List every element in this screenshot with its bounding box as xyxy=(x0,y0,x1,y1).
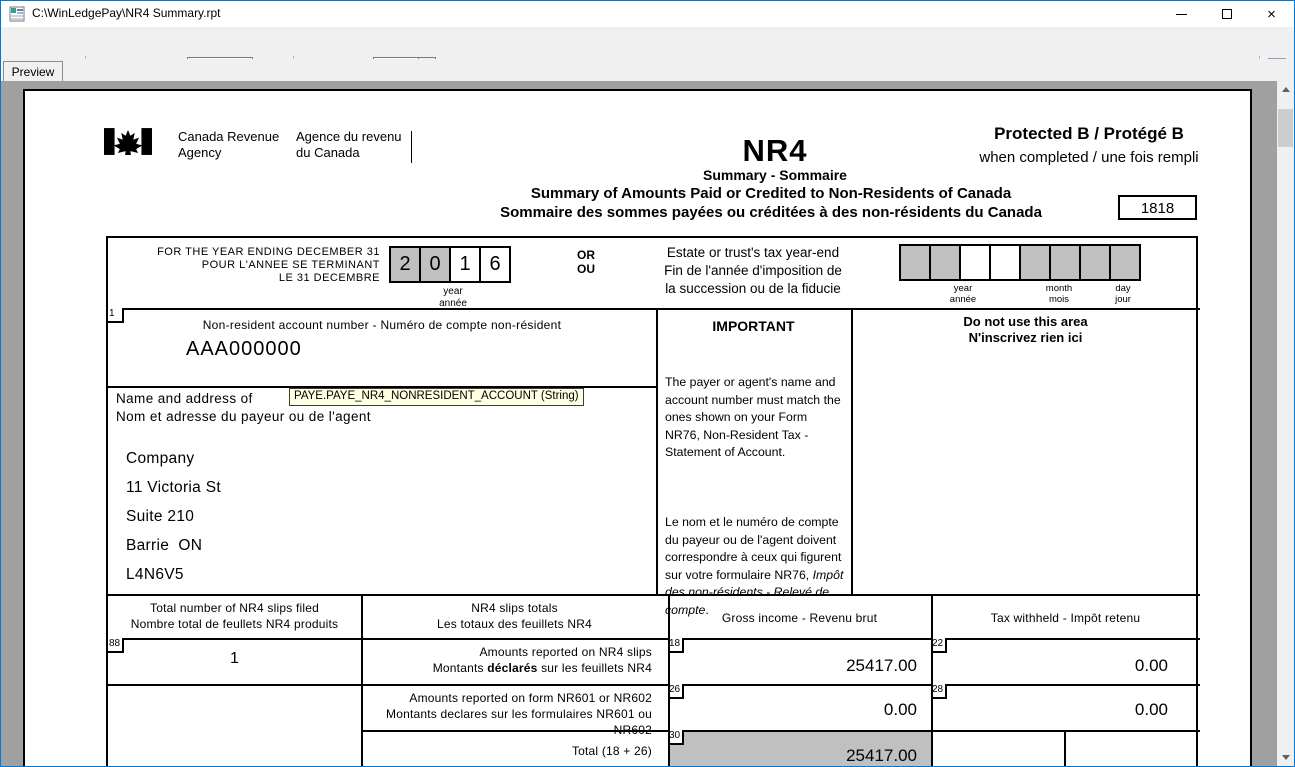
year-caption: year année xyxy=(389,286,517,310)
app-window: C:\WinLedgePay\NR4 Summary.rpt × xyxy=(0,0,1295,767)
form-body: FOR THE YEAR ENDING DECEMBER 31 POUR L'A… xyxy=(106,236,1198,766)
year-digit: 6 xyxy=(479,246,511,283)
maximize-icon xyxy=(1222,9,1232,19)
scroll-down-icon xyxy=(1282,755,1290,760)
date-box xyxy=(959,244,991,281)
minimize-button[interactable] xyxy=(1159,1,1204,27)
app-icon xyxy=(9,6,25,22)
table-column-line xyxy=(931,594,933,766)
form-code-block: NR4 Summary - Sommaire xyxy=(525,135,1025,183)
estate-month-caption: monthmois xyxy=(1027,283,1091,305)
table-column-line xyxy=(361,594,363,766)
box18-tag: 18 xyxy=(668,638,684,653)
protected-label: Protected B / Protégé B xyxy=(953,124,1225,144)
year-digit: 2 xyxy=(389,246,421,283)
canada-flag-icon xyxy=(104,128,152,155)
section-divider xyxy=(108,308,1200,310)
total-label: Total (18 + 26) xyxy=(361,743,660,759)
agency-divider xyxy=(411,131,412,163)
date-box xyxy=(1049,244,1081,281)
important-title: IMPORTANT xyxy=(656,318,851,334)
col3-header: Gross income - Revenu brut xyxy=(668,610,931,626)
scrollbar-thumb[interactable] xyxy=(1278,109,1293,147)
nr601-gross-value: 0.00 xyxy=(668,700,917,720)
slips-count-value: 1 xyxy=(108,650,361,668)
column-divider xyxy=(851,308,853,594)
do-not-use-label: Do not use this area N'inscrivez rien ic… xyxy=(851,314,1200,346)
agency-name-en: Canada RevenueAgency xyxy=(178,129,279,161)
date-box xyxy=(989,244,1021,281)
table-column-line xyxy=(668,594,670,766)
estate-year-caption: yearannée xyxy=(899,283,1027,305)
box22-tag: 22 xyxy=(931,638,947,653)
date-box xyxy=(899,244,931,281)
row1-label: Amounts reported on NR4 slips Montants d… xyxy=(361,644,660,676)
close-button[interactable]: × xyxy=(1249,1,1294,27)
year-ending-label: FOR THE YEAR ENDING DECEMBER 31 POUR L'A… xyxy=(118,246,380,285)
column-divider xyxy=(656,308,658,594)
estate-label: Estate or trust's tax year-end Fin de l'… xyxy=(648,244,858,298)
year-digit: 1 xyxy=(449,246,481,283)
title-bar: C:\WinLedgePay\NR4 Summary.rpt × xyxy=(1,1,1294,27)
scroll-up-icon xyxy=(1282,87,1290,92)
minimize-icon xyxy=(1176,14,1187,15)
view-tab-bar: Preview xyxy=(1,59,1294,81)
tax-withheld-value: 0.00 xyxy=(931,656,1168,676)
protected-block: Protected B / Protégé B when completed /… xyxy=(953,124,1225,166)
row-divider xyxy=(108,638,1200,640)
year-digit: 0 xyxy=(419,246,451,283)
payer-address: Company 11 Victoria St Suite 210 Barrie … xyxy=(126,444,221,589)
form-code: NR4 xyxy=(525,135,1025,167)
box30-tag: 30 xyxy=(668,730,684,745)
form-code-subtitle: Summary - Sommaire xyxy=(525,167,1025,183)
estate-day-caption: dayjour xyxy=(1091,283,1155,305)
window-title: C:\WinLedgePay\NR4 Summary.rpt xyxy=(32,6,221,20)
section-divider xyxy=(108,594,1200,596)
report-preview-area: Canada RevenueAgency Agence du revenudu … xyxy=(1,81,1294,766)
report-toolbar: 1 / 1+ 150% xyxy=(1,27,1294,59)
maximize-button[interactable] xyxy=(1204,1,1249,27)
row-divider xyxy=(108,684,1200,686)
important-text-fr: Le nom et le numéro de compte du payeur … xyxy=(665,514,845,620)
col1-header: Total number of NR4 slips filed Nombre t… xyxy=(108,600,361,632)
total-value: 25417.00 xyxy=(668,746,917,766)
payer-name-label-en: Name and address of xyxy=(116,391,253,406)
box28-tag: 28 xyxy=(931,684,947,699)
date-box xyxy=(1019,244,1051,281)
box26-tag: 26 xyxy=(668,684,684,699)
col2-header: NR4 slips totals Les totaux des feuillet… xyxy=(361,600,668,632)
form-number-box: 1818 xyxy=(1118,195,1197,220)
nr601-tax-value: 0.00 xyxy=(931,700,1168,720)
year-digit-boxes: 2 0 1 6 xyxy=(389,246,511,283)
date-box xyxy=(929,244,961,281)
important-text-en: The payer or agent's name and account nu… xyxy=(665,374,845,462)
report-page: Canada RevenueAgency Agence du revenudu … xyxy=(23,89,1252,766)
table-column-line xyxy=(1064,730,1066,766)
vertical-scrollbar[interactable] xyxy=(1277,81,1294,766)
box1-tag: 1 xyxy=(108,308,124,323)
protected-sublabel: when completed / une fois rempli xyxy=(953,149,1225,166)
payer-name-label-fr: Nom et adresse du payeur ou de l'agent xyxy=(116,409,371,424)
account-number-value: AAA000000 xyxy=(186,338,302,361)
col4-header: Tax withheld - Impôt retenu xyxy=(931,610,1200,626)
estate-date-boxes xyxy=(899,244,1141,281)
agency-name-fr: Agence du revenudu Canada xyxy=(296,129,402,161)
date-box xyxy=(1079,244,1111,281)
field-tooltip: PAYE.PAYE_NR4_NONRESIDENT_ACCOUNT (Strin… xyxy=(289,388,584,406)
date-box xyxy=(1109,244,1141,281)
scrollbar-up-button[interactable] xyxy=(1277,81,1294,98)
scrollbar-down-button[interactable] xyxy=(1277,749,1294,766)
account-number-label: Non-resident account number - Numéro de … xyxy=(128,318,636,332)
close-icon: × xyxy=(1267,7,1276,22)
tab-preview[interactable]: Preview xyxy=(3,61,63,81)
gross-income-value: 25417.00 xyxy=(668,656,917,676)
or-label: OR OU xyxy=(563,248,609,276)
